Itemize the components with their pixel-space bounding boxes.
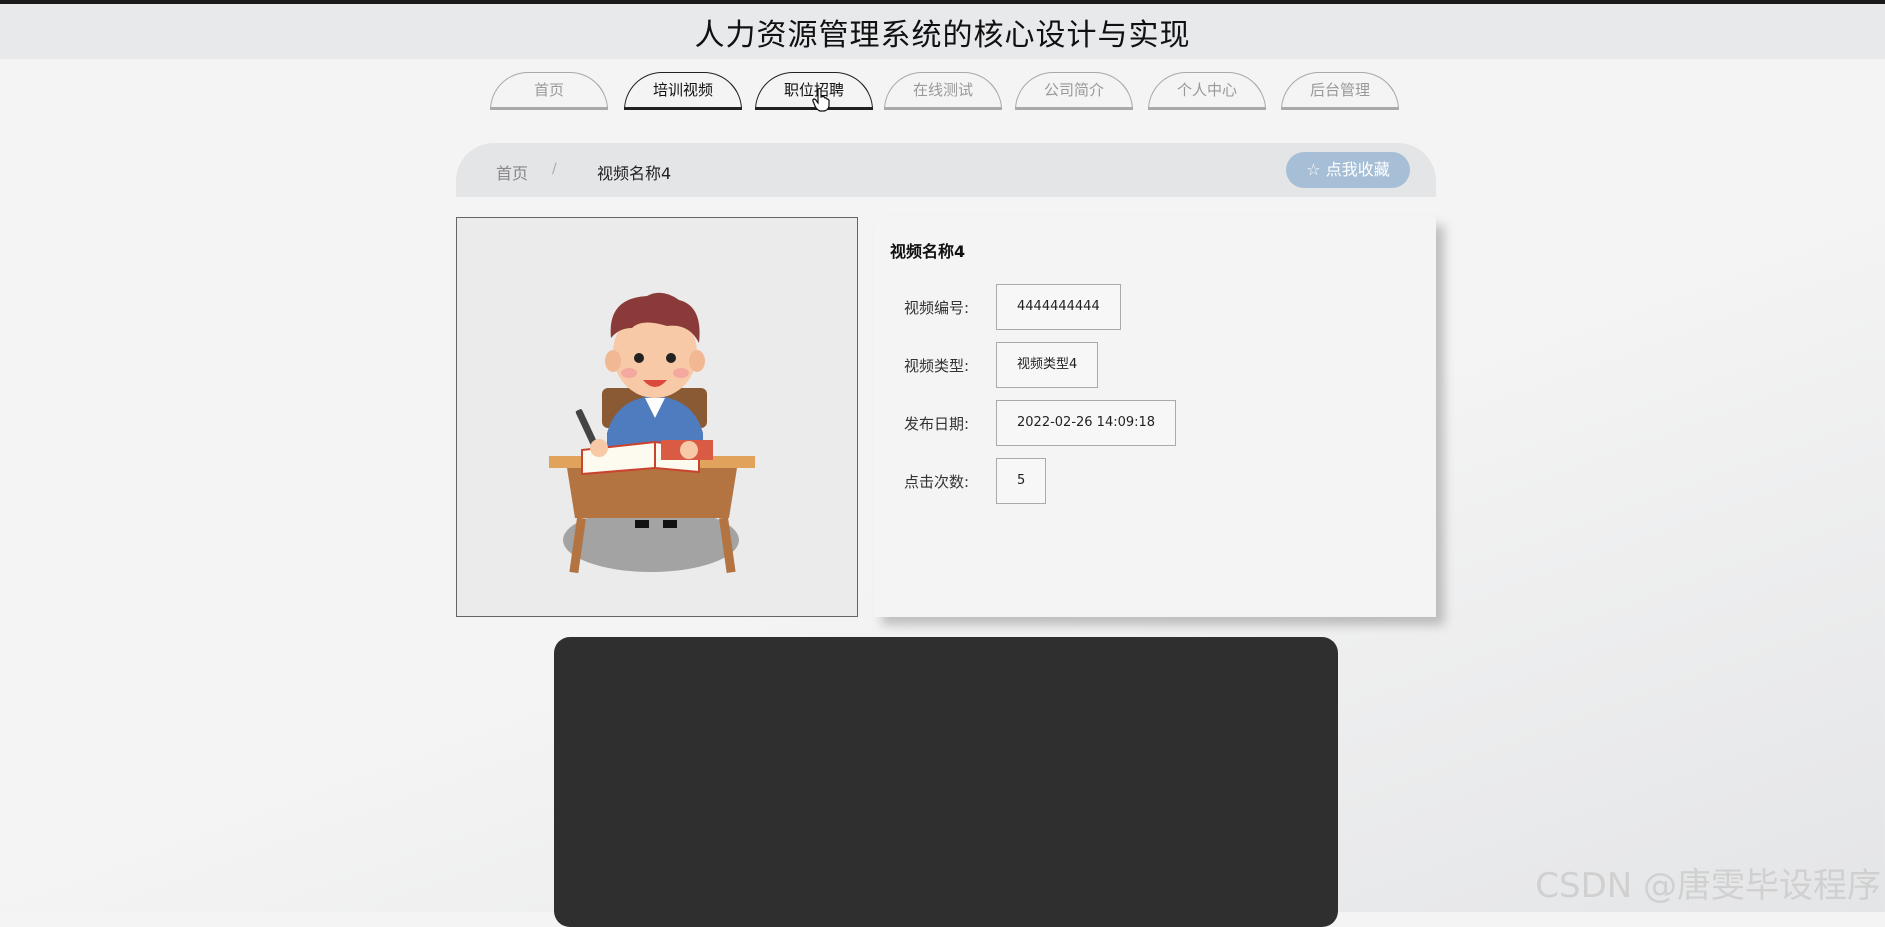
nav-tab-company-intro[interactable]: 公司简介 <box>1015 72 1133 110</box>
watermark: CSDN @唐雯毕设程序 <box>1535 866 1881 906</box>
field-value: 4444444444 <box>996 284 1121 330</box>
field-label: 视频类型: <box>904 357 970 375</box>
field-value: 2022-02-26 14:09:18 <box>996 400 1177 446</box>
video-detail-card: 视频名称4 视频编号: 4444444444 视频类型: 视频类型4 发布日期:… <box>874 217 1436 617</box>
breadcrumb-home-link[interactable]: 首页 <box>496 160 528 184</box>
nav-tab-training-video[interactable]: 培训视频 <box>624 72 742 110</box>
field-label: 发布日期: <box>904 415 970 433</box>
hand-cursor-icon <box>812 88 830 112</box>
nav-tab-admin[interactable]: 后台管理 <box>1281 72 1399 110</box>
field-label: 视频编号: <box>904 299 970 317</box>
field-value: 视频类型4 <box>996 342 1099 388</box>
site-title: 人力资源管理系统的核心设计与实现 <box>694 18 1191 53</box>
main-nav: 首页 培训视频 职位招聘 在线测试 公司简介 个人中心 后台管理 <box>0 72 1885 112</box>
nav-tab-home[interactable]: 首页 <box>490 72 608 110</box>
student-studying-illustration <box>549 292 755 574</box>
nav-tab-personal-center[interactable]: 个人中心 <box>1148 72 1266 110</box>
nav-tab-online-test[interactable]: 在线测试 <box>884 72 1002 110</box>
breadcrumb: 首页 / 视频名称4 ☆ 点我收藏 <box>456 143 1436 197</box>
field-value: 5 <box>996 458 1047 504</box>
header-bar: 人力资源管理系统的核心设计与实现 <box>0 0 1885 59</box>
video-title: 视频名称4 <box>890 242 966 261</box>
video-player[interactable] <box>554 637 1338 927</box>
favorite-button[interactable]: ☆ 点我收藏 <box>1286 152 1410 188</box>
breadcrumb-current: 视频名称4 <box>597 164 672 183</box>
video-cover-image <box>456 217 858 617</box>
field-label: 点击次数: <box>904 473 970 491</box>
breadcrumb-separator: / <box>552 161 557 177</box>
